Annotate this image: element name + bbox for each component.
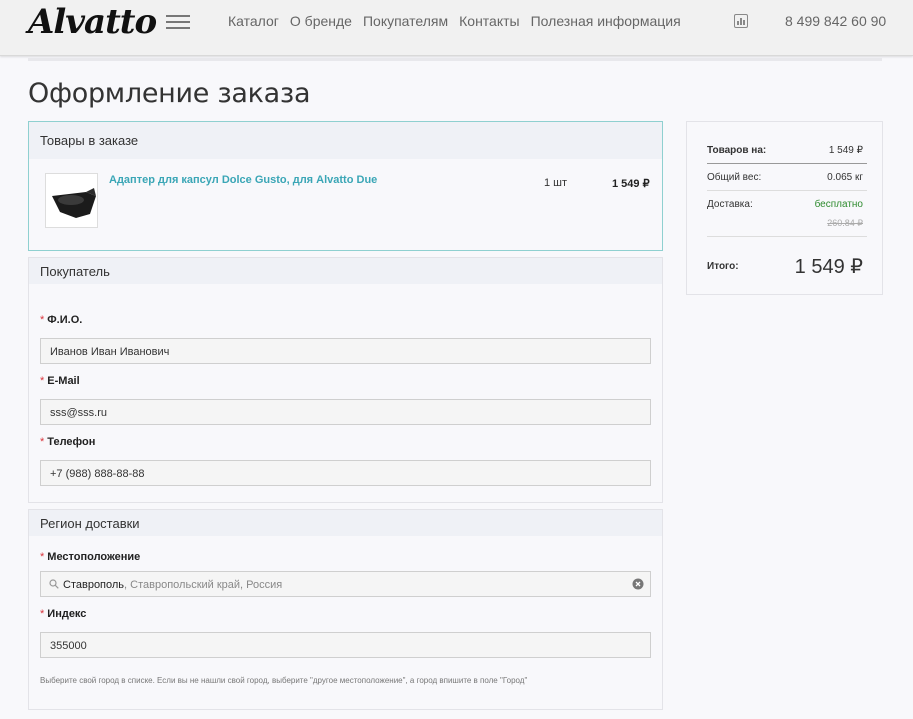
- required-mark: *: [40, 436, 45, 448]
- main-nav: Каталог О бренде Покупателям Контакты По…: [228, 13, 681, 29]
- divider: [707, 236, 867, 237]
- total-value: 1 549 ₽: [794, 256, 863, 278]
- required-mark: *: [40, 551, 45, 563]
- email-label: * E-Mail: [40, 375, 80, 387]
- product-image[interactable]: [45, 173, 98, 228]
- chart-icon[interactable]: [734, 14, 748, 28]
- region-panel-title[interactable]: Регион доставки: [29, 510, 662, 536]
- buyer-panel: Покупатель * Ф.И.О. Иванов Иван Иванович …: [28, 257, 663, 503]
- phone-field[interactable]: +7 (988) 888-88-88: [40, 460, 651, 486]
- search-icon: [49, 579, 59, 589]
- site-header: Alvatto Каталог О бренде Покупателям Кон…: [0, 0, 913, 56]
- location-input[interactable]: Ставрополь, Ставропольский край, Россия: [40, 571, 651, 597]
- divider: [707, 190, 867, 191]
- logo[interactable]: Alvatto: [28, 2, 157, 42]
- weight-row: Общий вес: 0.065 кг: [707, 172, 863, 183]
- product-price: 1 549 ₽: [612, 178, 650, 190]
- delivery-row: Доставка: бесплатно: [707, 199, 863, 210]
- nav-contacts[interactable]: Контакты: [459, 13, 519, 29]
- index-label: * Индекс: [40, 608, 87, 620]
- menu-icon[interactable]: [166, 15, 190, 29]
- location-region: , Ставропольский край, Россия: [124, 579, 283, 591]
- page-title: Оформление заказа: [28, 78, 311, 109]
- phone-label: * Телефон: [40, 436, 96, 448]
- location-city: Ставрополь: [63, 579, 125, 591]
- location-hint: Выберите свой город в списке. Если вы не…: [40, 676, 528, 685]
- location-label: * Местоположение: [40, 551, 141, 563]
- nav-useful-info[interactable]: Полезная информация: [531, 13, 681, 29]
- fio-label: * Ф.И.О.: [40, 314, 83, 326]
- order-panel: Товары в заказе Адаптер для капсул Dolce…: [28, 121, 663, 251]
- fio-field[interactable]: Иванов Иван Иванович: [40, 338, 651, 364]
- clear-icon[interactable]: [632, 578, 644, 590]
- nav-catalog[interactable]: Каталог: [228, 13, 279, 29]
- product-quantity: 1 шт: [544, 177, 568, 189]
- divider: [28, 58, 882, 61]
- product-name-link[interactable]: Адаптер для капсул Dolce Gusto, для Alva…: [109, 174, 377, 186]
- order-summary: Товаров на: 1 549 ₽ Общий вес: 0.065 кг До…: [686, 121, 883, 295]
- required-mark: *: [40, 375, 45, 387]
- nav-brand[interactable]: О бренде: [290, 13, 352, 29]
- order-panel-title[interactable]: Товары в заказе: [29, 122, 662, 159]
- email-field[interactable]: sss@sss.ru: [40, 399, 651, 425]
- buyer-panel-title[interactable]: Покупатель: [29, 258, 662, 284]
- required-mark: *: [40, 314, 45, 326]
- nav-customers[interactable]: Покупателям: [363, 13, 448, 29]
- goods-total-row: Товаров на: 1 549 ₽: [707, 145, 863, 156]
- divider: [707, 163, 867, 164]
- region-panel: Регион доставки * Местоположение Ставропо…: [28, 509, 663, 710]
- index-field[interactable]: 355000: [40, 632, 651, 658]
- header-phone[interactable]: 8 499 842 60 90: [785, 13, 886, 29]
- required-mark: *: [40, 608, 45, 620]
